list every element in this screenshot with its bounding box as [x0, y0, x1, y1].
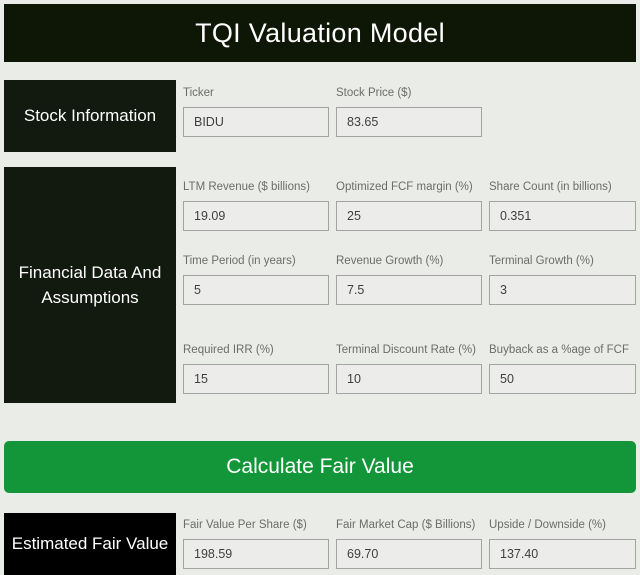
input-required-irr[interactable] — [183, 364, 329, 394]
field-label-buyback-percentage: Buyback as a %age of FCF — [489, 344, 629, 356]
field-label-upside-downside: Upside / Downside (%) — [489, 519, 606, 531]
field-label-fair-value-per-share: Fair Value Per Share ($) — [183, 519, 307, 531]
field-terminal-discount-rate: Terminal Discount Rate (%) — [336, 343, 482, 394]
field-label-stock-price: Stock Price ($) — [336, 87, 412, 99]
section-label-estimated-fair-value: Estimated Fair Value — [4, 513, 176, 575]
input-upside-downside[interactable] — [489, 539, 636, 569]
input-share-count[interactable] — [489, 201, 636, 231]
field-label-required-irr: Required IRR (%) — [183, 344, 274, 356]
field-terminal-growth: Terminal Growth (%) — [489, 254, 636, 305]
field-label-revenue-growth: Revenue Growth (%) — [336, 255, 444, 267]
field-ltm-revenue: LTM Revenue ($ billions) — [183, 180, 329, 231]
field-share-count: Share Count (in billions) — [489, 180, 636, 231]
input-revenue-growth[interactable] — [336, 275, 482, 305]
field-stock-price: Stock Price ($) — [336, 86, 482, 137]
field-label-ltm-revenue: LTM Revenue ($ billions) — [183, 181, 310, 193]
input-terminal-discount-rate[interactable] — [336, 364, 482, 394]
input-stock-price[interactable] — [336, 107, 482, 137]
field-optimized-fcf-margin: Optimized FCF margin (%) — [336, 180, 482, 231]
field-revenue-growth: Revenue Growth (%) — [336, 254, 482, 305]
section-label-financial-data: Financial Data And Assumptions — [4, 167, 176, 403]
field-fair-value-per-share: Fair Value Per Share ($) — [183, 518, 329, 569]
input-fair-value-per-share[interactable] — [183, 539, 329, 569]
input-terminal-growth[interactable] — [489, 275, 636, 305]
field-upside-downside: Upside / Downside (%) — [489, 518, 636, 569]
section-label-stock-information: Stock Information — [4, 80, 176, 152]
input-buyback-percentage[interactable] — [489, 364, 636, 394]
page-title: TQI Valuation Model — [195, 17, 445, 48]
field-label-fair-market-cap: Fair Market Cap ($ Billions) — [336, 519, 476, 531]
field-label-ticker: Ticker — [183, 87, 214, 99]
field-ticker: Ticker — [183, 86, 329, 137]
field-label-terminal-growth: Terminal Growth (%) — [489, 255, 594, 267]
input-fair-market-cap[interactable] — [336, 539, 482, 569]
field-label-time-period: Time Period (in years) — [183, 255, 296, 267]
field-label-terminal-discount-rate: Terminal Discount Rate (%) — [336, 344, 476, 356]
input-ticker[interactable] — [183, 107, 329, 137]
field-fair-market-cap: Fair Market Cap ($ Billions) — [336, 518, 482, 569]
input-optimized-fcf-margin[interactable] — [336, 201, 482, 231]
input-time-period[interactable] — [183, 275, 329, 305]
field-required-irr: Required IRR (%) — [183, 343, 329, 394]
app-title-banner: TQI Valuation Model — [4, 4, 636, 62]
field-label-optimized-fcf-margin: Optimized FCF margin (%) — [336, 181, 473, 193]
calculate-fair-value-button[interactable]: Calculate Fair Value — [4, 441, 636, 493]
field-label-share-count: Share Count (in billions) — [489, 181, 612, 193]
field-buyback-percentage: Buyback as a %age of FCF — [489, 343, 636, 394]
field-time-period: Time Period (in years) — [183, 254, 329, 305]
input-ltm-revenue[interactable] — [183, 201, 329, 231]
